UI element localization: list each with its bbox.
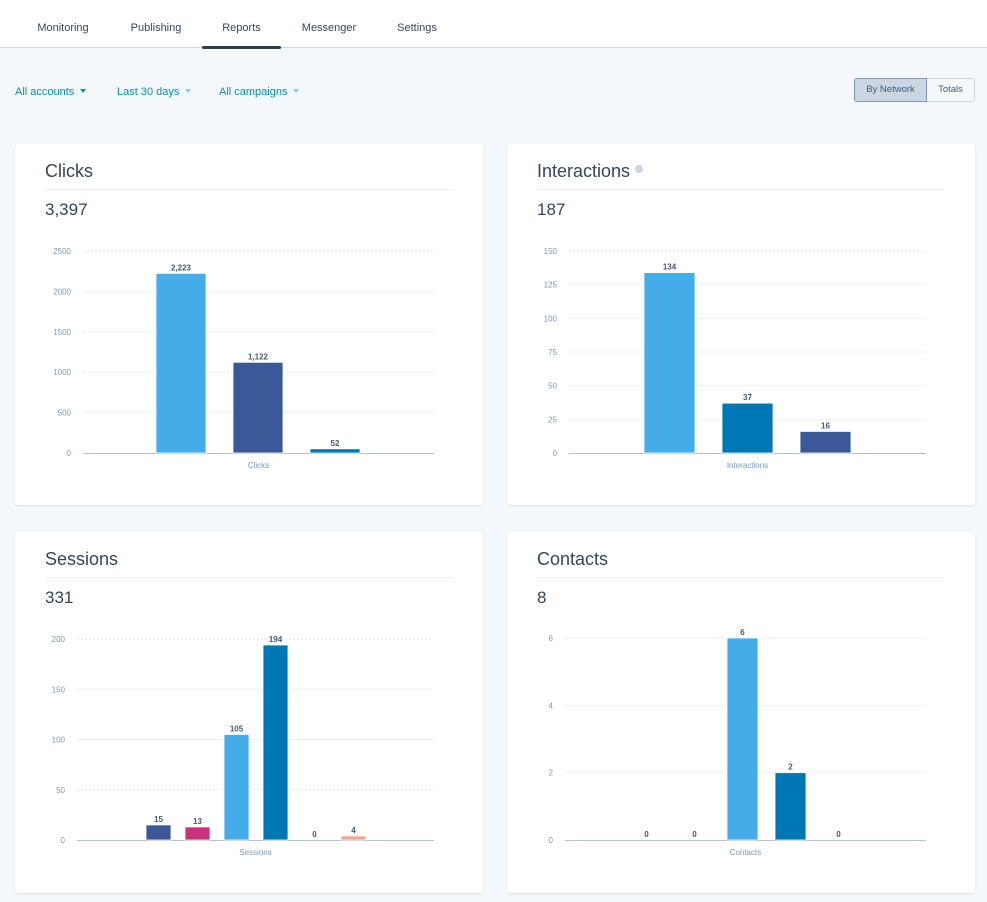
tab-reports[interactable]: Reports [202, 0, 281, 49]
tab-messenger[interactable]: Messenger [296, 0, 362, 47]
y-tick-label: 2000 [53, 287, 71, 296]
y-tick-label: 4 [549, 701, 554, 710]
clicks-card: Clicks 3,397 0 500 1000 1500 2000 2500 2,223 1,… [15, 144, 483, 505]
bar-value-label: 0 [692, 830, 697, 839]
bar [223, 734, 250, 841]
bar-value-label: 15 [154, 815, 163, 824]
accounts-filter-dropdown[interactable]: All accounts [15, 86, 87, 98]
bar-value-label: 6 [740, 628, 745, 637]
y-tick-label: 150 [52, 685, 66, 694]
bar [726, 637, 759, 841]
bar-value-label: 52 [331, 439, 340, 448]
y-tick-label: 75 [548, 348, 557, 357]
interactions-chart: 0 25 50 75 100 125 150 134 37 16 Interactions [544, 247, 926, 470]
caret-down-icon [80, 89, 87, 93]
y-tick-label: 100 [544, 314, 558, 323]
bar [155, 272, 207, 454]
y-tick-label: 0 [67, 449, 72, 458]
by-network-button[interactable]: By Network [854, 78, 927, 102]
bar-value-label: 1,122 [248, 352, 269, 361]
bar [262, 644, 289, 841]
x-axis-label: Clicks [248, 461, 269, 470]
bar-value-label: 194 [269, 635, 283, 644]
clicks-chart: 0 500 1000 1500 2000 2500 2,223 1,122 52 Clicks [53, 247, 434, 470]
y-tick-label: 1000 [53, 368, 71, 377]
date-range-dropdown[interactable]: Last 30 days [117, 86, 192, 98]
tab-publishing[interactable]: Publishing [124, 0, 188, 47]
tab-settings[interactable]: Settings [390, 0, 444, 47]
y-tick-label: 1500 [53, 328, 71, 337]
y-tick-label: 125 [544, 281, 558, 290]
caret-down-icon [185, 89, 192, 93]
y-tick-label: 200 [52, 635, 66, 644]
interactions-card: Interactions 187 0 25 50 75 100 125 150 134 37 16… [507, 144, 975, 505]
x-axis-label: Sessions [239, 848, 271, 857]
bar-value-label: 0 [644, 830, 649, 839]
y-tick-label: 150 [544, 247, 558, 256]
y-tick-label: 0 [61, 836, 66, 845]
x-axis-label: Interactions [727, 461, 768, 470]
contacts-card: Contacts 8 0 2 4 6 0 0 6 2 0 Contacts [507, 532, 975, 893]
bar-value-label: 4 [351, 826, 356, 835]
sessions-chart: 0 50 100 150 200 15 13 105 194 0 4 Sessions [52, 635, 434, 857]
bar [309, 448, 361, 454]
y-tick-label: 100 [52, 736, 66, 745]
bar-value-label: 0 [836, 830, 841, 839]
y-tick-label: 50 [548, 382, 557, 391]
y-tick-label: 2500 [53, 247, 71, 256]
y-tick-label: 25 [548, 415, 557, 424]
contacts-chart: 0 2 4 6 0 0 6 2 0 Contacts [549, 628, 926, 857]
top-nav: Monitoring Publishing Reports Messenger … [0, 0, 987, 49]
bar [721, 402, 774, 454]
bar-value-label: 134 [663, 263, 677, 272]
bar [145, 824, 172, 841]
bar-value-label: 37 [743, 393, 752, 402]
y-tick-label: 2 [549, 769, 554, 778]
campaigns-filter-label: All campaigns [219, 86, 288, 98]
y-tick-label: 6 [549, 634, 554, 643]
date-range-label: Last 30 days [117, 86, 180, 98]
bar-value-label: 105 [230, 724, 244, 733]
y-tick-label: 500 [58, 409, 72, 418]
tab-monitoring[interactable]: Monitoring [30, 0, 96, 47]
view-toggle: By Network Totals [854, 78, 975, 102]
y-tick-label: 0 [549, 836, 554, 845]
bar-value-label: 13 [193, 817, 202, 826]
x-axis-label: Contacts [730, 848, 762, 857]
campaigns-filter-dropdown[interactable]: All campaigns [219, 86, 300, 98]
bar-value-label: 2,223 [171, 263, 192, 272]
bar [340, 835, 367, 841]
bar-value-label: 0 [312, 830, 317, 839]
bar [799, 431, 852, 454]
y-tick-label: 50 [56, 786, 65, 795]
totals-button[interactable]: Totals [927, 78, 975, 102]
y-tick-label: 0 [553, 449, 558, 458]
bar [232, 361, 284, 454]
bar [643, 272, 696, 454]
accounts-filter-label: All accounts [15, 86, 75, 98]
sessions-card: Sessions 331 0 50 100 150 200 15 13 105 194 0 4 Ses… [15, 532, 483, 893]
bar-value-label: 2 [788, 763, 793, 772]
bar [184, 826, 211, 841]
caret-down-icon [293, 89, 300, 93]
bar-value-label: 16 [821, 421, 830, 430]
bar [774, 772, 807, 841]
